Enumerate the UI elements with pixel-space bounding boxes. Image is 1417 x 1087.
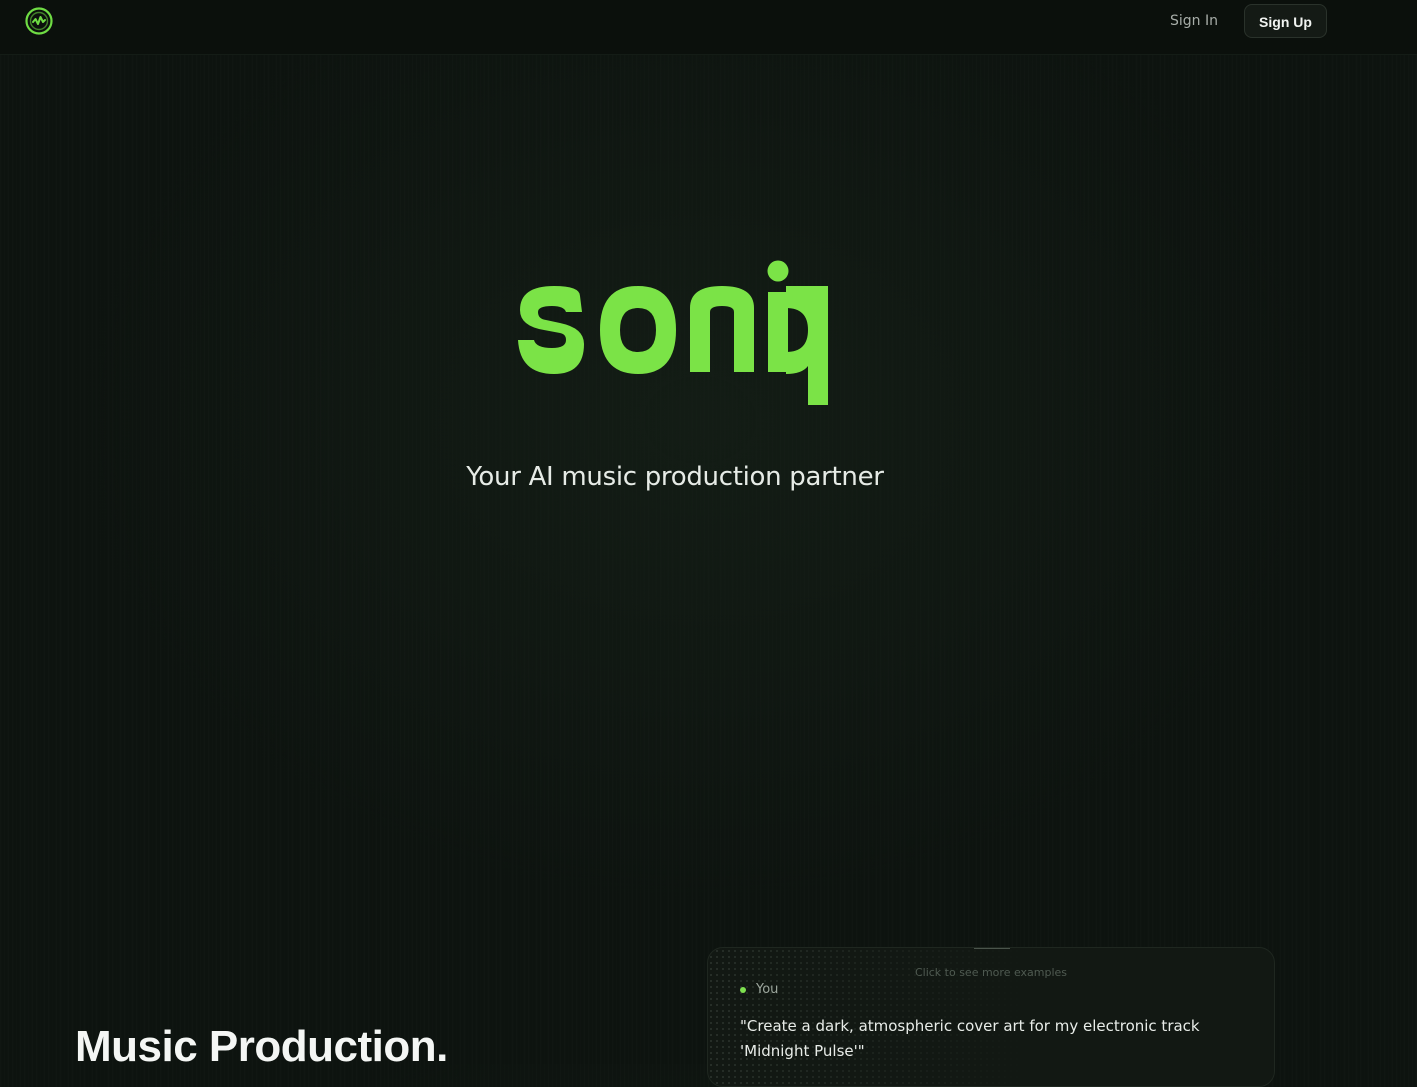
example-prompt-card[interactable]: Click to see more examples You "Create a… <box>707 947 1275 1087</box>
speaker-status-dot <box>740 987 746 993</box>
more-examples-hint[interactable]: Click to see more examples <box>708 966 1274 979</box>
card-accent-line <box>974 948 1010 949</box>
sign-up-button[interactable]: Sign Up <box>1244 4 1327 38</box>
speaker-label: You <box>756 982 779 997</box>
waveform-circle-icon[interactable] <box>24 6 54 36</box>
example-prompt-text: "Create a dark, atmospheric cover art fo… <box>740 1017 1200 1060</box>
top-navigation-bar: Sign In Sign Up <box>0 0 1417 55</box>
soniq-wordmark-logo <box>518 260 828 405</box>
hero-tagline: Your AI music production partner <box>466 462 884 492</box>
section-heading: Music Production. <box>75 1022 448 1071</box>
sign-in-link[interactable]: Sign In <box>1165 8 1223 34</box>
